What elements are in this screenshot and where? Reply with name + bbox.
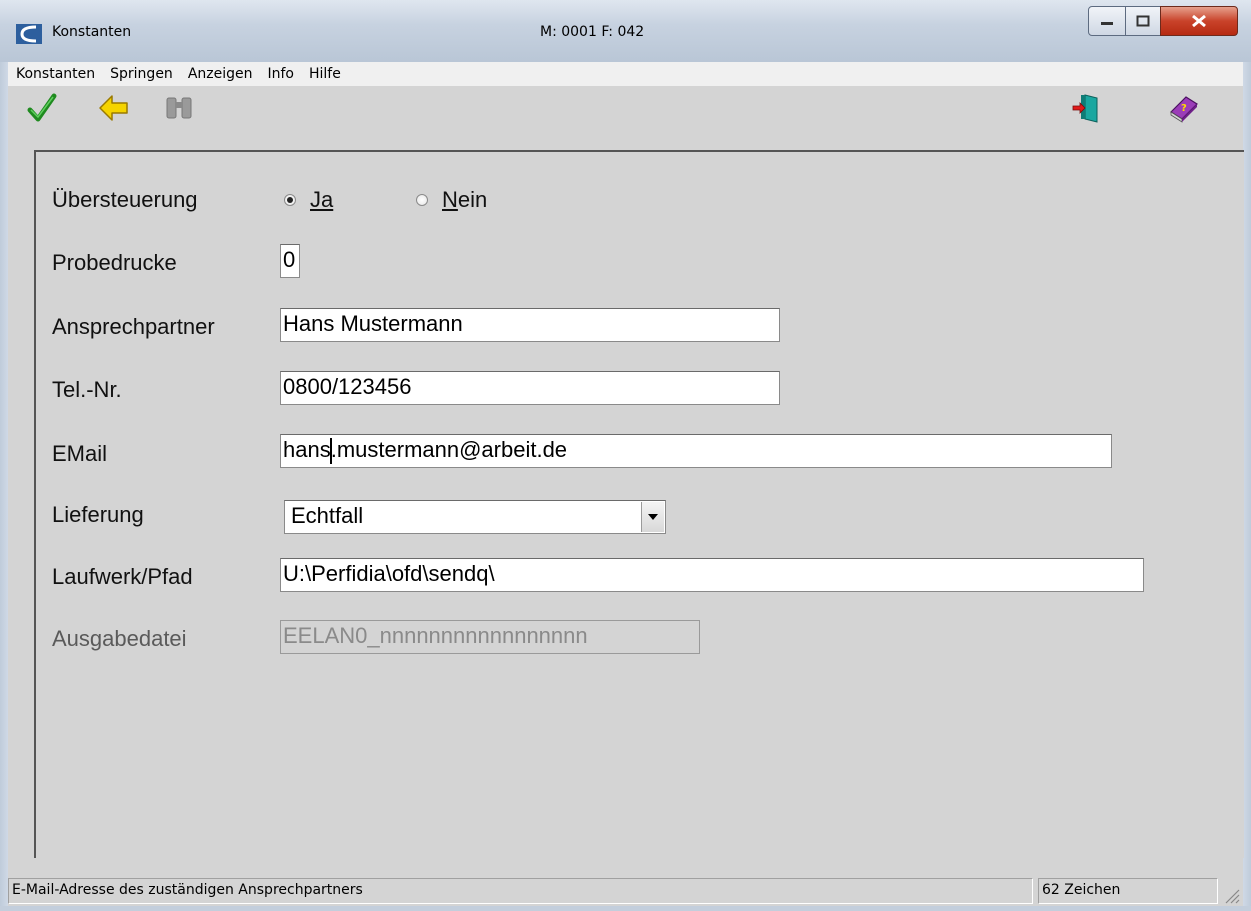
ausgabedatei-label: Ausgabedatei xyxy=(52,626,187,651)
lieferung-selected-value: Echtfall xyxy=(291,503,364,528)
window-frame-bottom xyxy=(0,906,1251,911)
konstanten-window: Konstanten M: 0001 F: 042 Konstanten Spr… xyxy=(0,0,1251,911)
email-label: EMail xyxy=(52,441,108,466)
help-book-icon[interactable]: ? xyxy=(1168,92,1200,124)
radio-ja-indicator xyxy=(284,194,296,206)
chevron-down-icon xyxy=(648,514,658,520)
app-icon xyxy=(16,24,42,44)
telnr-label: Tel.-Nr. xyxy=(52,377,122,402)
radio-nein-label: Nein xyxy=(442,187,488,212)
minimize-icon xyxy=(1101,22,1113,25)
email-input[interactable]: hans.mustermann@arbeit.de xyxy=(280,434,1112,468)
close-icon xyxy=(1192,14,1206,28)
ansprechpartner-label: Ansprechpartner xyxy=(52,314,215,339)
radio-nein-indicator xyxy=(416,194,428,206)
uebersteuerung-label: Übersteuerung xyxy=(52,187,198,212)
email-text-after-caret: .mustermann@arbeit.de xyxy=(330,437,568,462)
resize-grip-icon[interactable] xyxy=(1222,886,1240,904)
svg-text:?: ? xyxy=(1181,103,1187,114)
status-bar: E-Mail-Adresse des zuständigen Ansprechp… xyxy=(8,876,1243,906)
radio-ja-label: Ja xyxy=(310,187,334,212)
menu-info[interactable]: Info xyxy=(260,66,302,82)
radio-nein[interactable]: Nein xyxy=(416,187,487,213)
window-frame-left xyxy=(0,62,8,911)
exit-door-icon[interactable] xyxy=(1071,92,1103,124)
form-panel: Übersteuerung Ja Nein Probedrucke 0 Ansp… xyxy=(34,150,1244,858)
menu-bar: Konstanten Springen Anzeigen Info Hilfe xyxy=(8,62,1243,86)
radio-ja[interactable]: Ja xyxy=(284,187,333,213)
binoculars-icon[interactable] xyxy=(163,92,195,124)
checkmark-icon[interactable] xyxy=(26,92,58,124)
maximize-button[interactable] xyxy=(1125,6,1161,36)
ausgabedatei-input: EELAN0_nnnnnnnnnnnnnnnnn xyxy=(280,620,700,654)
email-text-before-caret: hans xyxy=(283,437,331,462)
menu-hilfe[interactable]: Hilfe xyxy=(301,66,348,82)
maximize-icon xyxy=(1136,15,1150,27)
ansprechpartner-input[interactable]: Hans Mustermann xyxy=(280,308,780,342)
toolbar: ? xyxy=(8,86,1243,130)
window-title: Konstanten xyxy=(52,24,132,40)
record-info: M: 0001 F: 042 xyxy=(540,24,645,40)
title-bar[interactable]: Konstanten M: 0001 F: 042 xyxy=(0,0,1251,62)
lieferung-select[interactable]: Echtfall xyxy=(284,500,666,534)
window-frame-right xyxy=(1243,62,1251,911)
pfad-label: Laufwerk/Pfad xyxy=(52,564,193,589)
telnr-input[interactable]: 0800/123456 xyxy=(280,371,780,405)
menu-konstanten[interactable]: Konstanten xyxy=(8,66,102,82)
close-button[interactable] xyxy=(1160,6,1238,36)
menu-springen[interactable]: Springen xyxy=(102,66,180,82)
back-arrow-icon[interactable] xyxy=(98,92,130,124)
minimize-button[interactable] xyxy=(1088,6,1126,36)
lieferung-label: Lieferung xyxy=(52,502,144,527)
dropdown-button[interactable] xyxy=(641,502,664,532)
probedrucke-label: Probedrucke xyxy=(52,250,177,275)
status-message: E-Mail-Adresse des zuständigen Ansprechp… xyxy=(8,878,1033,904)
menu-anzeigen[interactable]: Anzeigen xyxy=(180,66,260,82)
pfad-input[interactable]: U:\Perfidia\ofd\sendq\ xyxy=(280,558,1144,592)
probedrucke-input[interactable]: 0 xyxy=(280,244,300,278)
char-count: 62 Zeichen xyxy=(1038,878,1218,904)
